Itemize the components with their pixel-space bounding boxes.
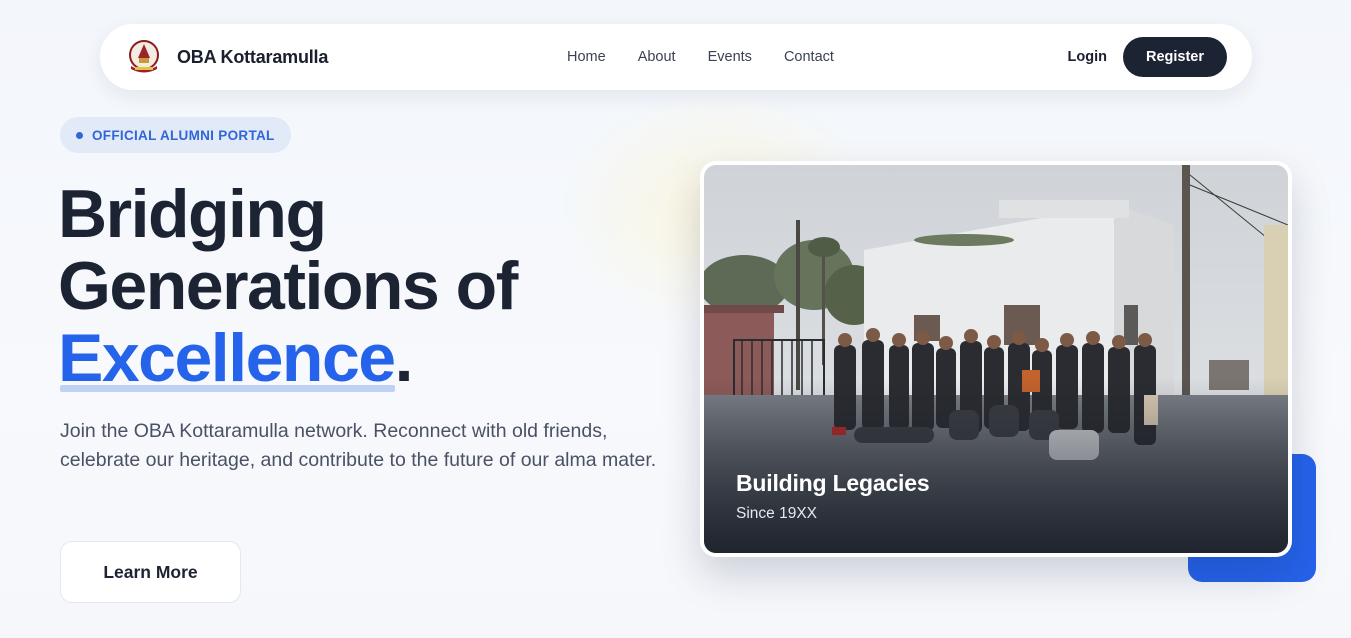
alumni-group-photo: Building Legacies Since 19XX xyxy=(704,165,1288,553)
badge-dot-icon xyxy=(76,131,83,139)
main-nav: Home About Events Contact xyxy=(567,24,834,90)
brand[interactable]: OBA Kottaramulla xyxy=(125,38,328,76)
caption-subtitle: Since 19XX xyxy=(736,505,817,522)
learn-more-button[interactable]: Learn More xyxy=(60,541,241,603)
hero-headline: Bridging Generations of Excellence. xyxy=(58,178,678,394)
portal-badge: OFFICIAL ALUMNI PORTAL xyxy=(60,117,291,153)
headline-line-3: Excellence. xyxy=(58,322,678,394)
register-button[interactable]: Register xyxy=(1122,37,1227,77)
nav-link-events[interactable]: Events xyxy=(708,49,752,65)
headline-line-2: Generations of xyxy=(58,248,518,324)
login-link[interactable]: Login xyxy=(1068,49,1107,65)
photo-caption: Building Legacies Since 19XX xyxy=(736,470,930,523)
nav-link-home[interactable]: Home xyxy=(567,49,606,65)
hero-photo-card: Building Legacies Since 19XX xyxy=(700,161,1292,557)
school-crest-icon xyxy=(125,38,163,76)
badge-label: OFFICIAL ALUMNI PORTAL xyxy=(92,127,275,143)
headline-accent: Excellence xyxy=(58,320,396,396)
headline-line-1: Bridging xyxy=(58,176,327,252)
nav-link-contact[interactable]: Contact xyxy=(784,49,834,65)
top-navbar: OBA Kottaramulla Home About Events Conta… xyxy=(100,24,1252,90)
headline-period: . xyxy=(394,320,414,396)
hero-description: Join the OBA Kottaramulla network. Recon… xyxy=(60,420,657,471)
caption-title: Building Legacies xyxy=(736,470,930,496)
nav-link-about[interactable]: About xyxy=(638,49,676,65)
brand-name: OBA Kottaramulla xyxy=(177,46,329,67)
auth-actions: Login Register xyxy=(1068,24,1227,90)
